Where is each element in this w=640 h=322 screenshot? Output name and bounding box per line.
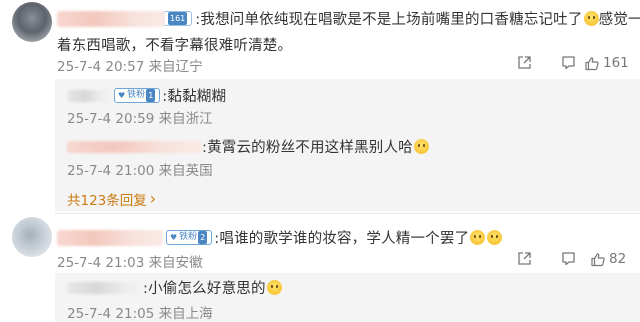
fan-badge-label: 铁粉 (127, 90, 146, 100)
emoji-icon (266, 280, 282, 295)
reply-username[interactable] (67, 281, 143, 294)
reply-username[interactable] (67, 89, 111, 102)
like-button[interactable]: 82 (590, 251, 626, 267)
share-icon (518, 252, 531, 265)
like-icon (591, 252, 605, 266)
fan-badge-number: 161 (168, 12, 188, 25)
chevron-right-icon: › (149, 189, 157, 208)
share-button[interactable] (517, 55, 532, 70)
reply-item: :小偷怎么好意思的 (67, 277, 282, 298)
comment-icon (562, 56, 575, 70)
share-icon (518, 56, 531, 69)
comment-button[interactable] (561, 55, 576, 70)
comment-meta: 25-7-4 20:57 来自辽宁 (57, 59, 203, 75)
like-count: 82 (609, 251, 627, 267)
fan-badge-number: 1 (146, 89, 156, 102)
reply-item: ♥ 铁粉 1 :黏黏糊糊 (67, 85, 226, 106)
divider (55, 213, 640, 214)
reply-meta: 25-7-4 21:00 来自英国 (67, 163, 213, 179)
avatar[interactable] (12, 2, 52, 42)
like-button[interactable]: 161 (584, 55, 629, 71)
reply-item: :黄霄云的粉丝不用这样黑别人哈 (67, 136, 429, 157)
emoji-icon (487, 230, 503, 245)
reply-text: :黏黏糊糊 (162, 89, 227, 105)
like-icon (585, 56, 599, 70)
comment-text-line2: 着东西唱歌，不看字幕很难听清楚。 (57, 38, 293, 54)
reply-username[interactable] (67, 140, 202, 153)
avatar[interactable] (12, 217, 52, 257)
share-button[interactable] (517, 251, 532, 266)
username[interactable] (57, 229, 163, 246)
fan-badge: ♥ 铁粉 1 (114, 88, 161, 103)
like-count: 161 (603, 55, 629, 71)
reply-text: :小偷怎么好意思的 (143, 281, 266, 297)
fan-badge-number: 2 (198, 231, 208, 244)
comment-text: :我想问单依纯现在唱歌是不是上场前嘴里的口香糖忘记吐了 (195, 12, 583, 28)
username[interactable] (57, 10, 165, 27)
comment-header: 161 :我想问单依纯现在唱歌是不是上场前嘴里的口香糖忘记吐了 感觉一直含 (57, 8, 640, 29)
comment-icon (562, 252, 575, 266)
more-replies-link[interactable]: 共123条回复 › (67, 189, 157, 210)
emoji-icon (470, 230, 486, 245)
more-replies-text[interactable]: 共123条回复 (67, 189, 147, 209)
emoji-icon (413, 139, 429, 154)
fan-badge: 161 (163, 11, 193, 26)
comment-button[interactable] (561, 251, 576, 266)
fan-badge-icon: ♥ (118, 91, 126, 100)
comment-meta: 25-7-4 21:03 来自安徽 (57, 255, 203, 271)
reply-text: :黄霄云的粉丝不用这样黑别人哈 (202, 140, 413, 156)
fan-badge-icon: ♥ (170, 233, 178, 242)
fan-badge: ♥ 铁粉 2 (166, 230, 213, 245)
reply-meta: 25-7-4 20:59 来自浙江 (67, 111, 213, 127)
reply-meta: 25-7-4 21:05 来自上海 (67, 306, 213, 322)
comment-text-tail: 感觉一直含 (598, 12, 640, 28)
emoji-icon (583, 11, 599, 26)
comment-header: ♥ 铁粉 2 :唱谁的歌学谁的妆容，学人精一个罢了 (57, 227, 503, 248)
comment-text: :唱谁的歌学谁的妆容，学人精一个罢了 (214, 231, 470, 247)
fan-badge-label: 铁粉 (179, 232, 198, 242)
